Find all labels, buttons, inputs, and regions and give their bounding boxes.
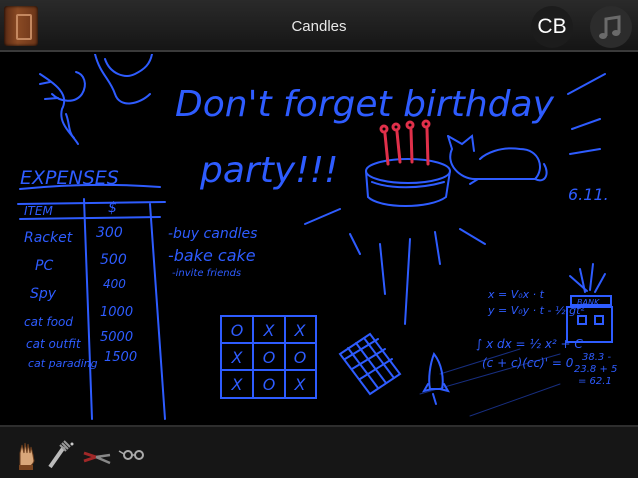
small-grid-drawing: [338, 332, 402, 396]
expense-amount: 400: [103, 277, 126, 291]
expense-amount: 1000: [100, 305, 133, 320]
reminder-line1: Don't forget birthday: [175, 84, 555, 125]
ttt-cell: X: [231, 375, 244, 394]
chalkboard[interactable]: Don't forget birthday party!!! 6.11. EXP…: [0, 53, 638, 425]
reminder-line2: party!!!: [199, 150, 338, 191]
physics-line: y = V₀y · t - ½ gt²: [487, 304, 585, 317]
expense-item: PC: [35, 258, 53, 274]
candles-drawing: [379, 119, 431, 166]
cake-rays: [304, 208, 486, 325]
ttt-cell: X: [263, 321, 276, 340]
cake-drawing: [365, 158, 451, 207]
doodle-rays: [567, 73, 606, 155]
ttt-cell: X: [294, 321, 307, 340]
expense-amount: 300: [96, 225, 123, 241]
pliers-icon[interactable]: [80, 437, 114, 471]
fork-icon[interactable]: [42, 437, 76, 471]
tictactoe-marks: O X X X O O X O X: [231, 321, 307, 394]
sum-line: 38.3 -: [582, 352, 611, 363]
expense-item: Spy: [30, 286, 57, 302]
todo-item: -buy candles: [168, 226, 257, 242]
ttt-cell: X: [231, 348, 244, 367]
rocket-drawing: [421, 352, 451, 405]
expenses-header-item: ITEM: [24, 204, 53, 218]
date-note: 6.11.: [568, 185, 609, 204]
sum-line: = 62.1: [578, 376, 612, 387]
expense-amount: 5000: [100, 330, 133, 345]
hand-icon[interactable]: [10, 437, 44, 471]
physics-line: x = V₀x · t: [487, 288, 545, 301]
profile-button[interactable]: CB: [531, 6, 573, 48]
top-bar: Candles CB: [0, 0, 638, 52]
music-note-icon: [599, 15, 621, 39]
physics-line: (c + c)(cc)' = 0: [482, 356, 574, 370]
todo-item: -bake cake: [168, 246, 256, 265]
glasses-icon[interactable]: [116, 437, 150, 471]
expenses-header-amount: $: [108, 200, 117, 216]
ttt-cell: O: [263, 375, 276, 394]
music-toggle-button[interactable]: [590, 6, 632, 48]
expense-item: cat food: [24, 315, 73, 329]
expense-amount: 500: [100, 252, 127, 268]
chalkboard-drawings: Don't forget birthday party!!! 6.11. EXP…: [17, 53, 617, 420]
expense-item: cat outfit: [26, 337, 82, 351]
todo-item: -invite friends: [172, 268, 241, 279]
expense-item: Racket: [24, 230, 73, 246]
ttt-cell: O: [231, 321, 244, 340]
cat-drawing: [447, 134, 548, 185]
ttt-cell: X: [294, 375, 307, 394]
expense-item: cat parading: [28, 357, 98, 370]
inventory-bar: [0, 425, 638, 478]
expense-amount: 1500: [104, 350, 137, 365]
ttt-cell: O: [263, 348, 276, 367]
sum-line: 23.8 + 5: [574, 364, 617, 375]
ttt-cell: O: [294, 348, 307, 367]
expenses-title: EXPENSES: [20, 167, 119, 189]
bank-label: BANK: [577, 298, 600, 307]
scribble-figure: [39, 53, 153, 145]
physics-line: ∫ x dx = ½ x² + C: [476, 337, 583, 351]
